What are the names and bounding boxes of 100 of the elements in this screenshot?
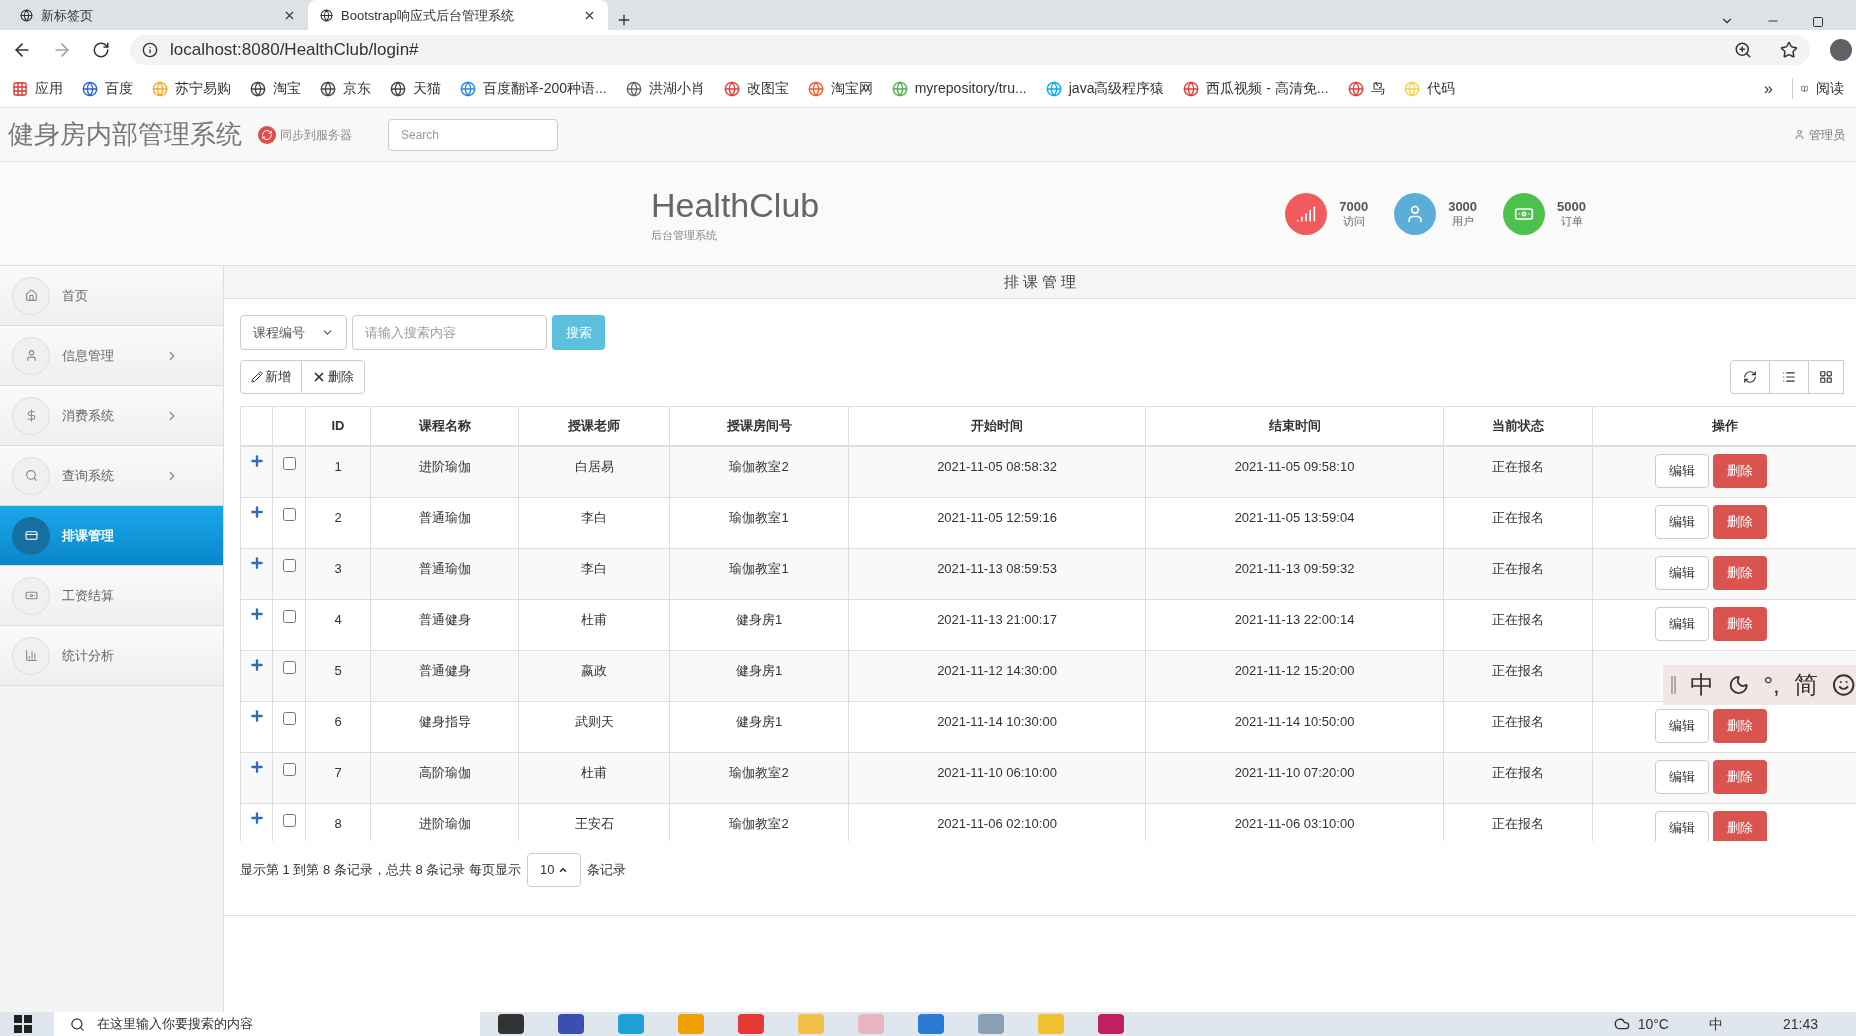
bookmark[interactable]: 鸟 [1347, 78, 1385, 99]
grip-icon[interactable] [1671, 676, 1676, 694]
field-select[interactable]: 课程编号 [240, 315, 347, 350]
search-input[interactable]: 请输入搜索内容 [352, 315, 547, 350]
row-checkbox[interactable] [282, 661, 296, 674]
bookmark[interactable]: 苏宁易购 [152, 78, 231, 99]
table-cell-text: 健身房1 [735, 713, 783, 731]
more-bookmarks[interactable]: » [1764, 76, 1773, 101]
bookmark[interactable]: 京东 [320, 78, 371, 99]
bookmark[interactable]: 应用 [12, 78, 63, 99]
row-checkbox[interactable] [282, 610, 296, 623]
expand-icon[interactable] [248, 657, 265, 673]
expand-icon[interactable] [248, 555, 265, 571]
ime-item[interactable]: 中 [1689, 667, 1714, 703]
bookmark[interactable]: 洪湖小肖 [625, 78, 705, 99]
bookmark[interactable]: 百度 [82, 78, 133, 99]
row-checkbox[interactable] [282, 814, 296, 827]
delete-row-button[interactable]: 删除 [1713, 709, 1767, 743]
bookmark[interactable]: 西瓜视频 - 高清免... [1183, 78, 1329, 99]
bookmark[interactable]: 淘宝网 [807, 78, 873, 99]
taskbar-search-field[interactable]: 在这里输入你要搜索的内容 [54, 1012, 480, 1036]
bookmark[interactable]: myrepository/tru... [891, 78, 1027, 99]
ime-indicator[interactable]: 中 [1708, 1013, 1723, 1035]
delete-row-button[interactable]: 删除 [1713, 811, 1767, 841]
bookmark[interactable]: 天猫 [390, 78, 441, 99]
sidebar-item[interactable]: 查询系统 [0, 446, 223, 506]
table-cell-text: 2021-11-05 09:58:10 [1234, 458, 1355, 476]
page-size-select[interactable]: 10 [527, 853, 582, 887]
maximize-icon[interactable] [1812, 16, 1824, 28]
table-cell-text: 2021-11-13 21:00:17 [937, 611, 1057, 629]
reading-list[interactable]: 阅读 [1792, 78, 1844, 99]
brand-title: HealthClub [651, 185, 820, 226]
ime-item[interactable]: °, [1763, 667, 1780, 703]
browser-tab[interactable]: 新标签页 [8, 0, 308, 30]
sidebar-item[interactable]: 工资结算 [0, 566, 223, 626]
table-cell-text: 2021-11-13 08:59:53 [937, 560, 1057, 578]
row-checkbox[interactable] [282, 559, 296, 572]
address-field[interactable]: localhost:8080/HealthClub/login# [130, 35, 1810, 65]
edit-button[interactable]: 编辑 [1655, 811, 1709, 841]
taskbar-app-icon[interactable] [558, 1014, 584, 1034]
profile-avatar[interactable] [1830, 39, 1852, 61]
moon-icon[interactable] [1727, 673, 1750, 697]
delete-row-button[interactable]: 删除 [1713, 760, 1767, 794]
edit-button[interactable]: 编辑 [1655, 505, 1709, 539]
new-tab-icon[interactable] [616, 12, 632, 28]
row-checkbox[interactable] [282, 457, 296, 470]
bookmark[interactable]: 改图宝 [723, 78, 789, 99]
table-cell-text: 1 [334, 458, 342, 476]
delete-row-button[interactable]: 删除 [1713, 505, 1767, 539]
expand-icon[interactable] [248, 708, 265, 724]
bookmark[interactable]: 百度翻译-200种语... [460, 78, 607, 99]
row-checkbox[interactable] [282, 712, 296, 725]
columns-button[interactable] [1769, 360, 1809, 394]
edit-button[interactable]: 编辑 [1655, 760, 1709, 794]
refresh-button[interactable] [1730, 360, 1770, 394]
column-header: 授课房间号 [726, 417, 792, 436]
expand-icon[interactable] [248, 606, 265, 622]
grid-view-button[interactable] [1808, 360, 1844, 394]
table-cell-text: 5 [334, 662, 342, 680]
bookmark[interactable]: java高级程序猿 [1045, 78, 1165, 99]
reload-icon[interactable] [92, 41, 110, 59]
expand-icon[interactable] [248, 453, 265, 469]
smiley-icon[interactable] [1831, 672, 1855, 698]
edit-button[interactable]: 编辑 [1655, 709, 1709, 743]
table-cell-text: 普通健身 [418, 611, 471, 629]
search-field[interactable]: Search [388, 118, 558, 151]
delete-row-button[interactable]: 删除 [1713, 556, 1767, 590]
add-button[interactable]: 新增 [240, 360, 302, 394]
sidebar-item[interactable]: 信息管理 [0, 326, 223, 386]
stat-value: 3000 [1448, 198, 1478, 215]
bookmark-star-icon[interactable] [1780, 41, 1798, 59]
sidebar-item[interactable]: 首页 [0, 266, 223, 326]
taskbar-app-icon[interactable] [1098, 1014, 1124, 1034]
zoom-icon[interactable] [1734, 41, 1752, 59]
user-menu[interactable]: 管理员 [1794, 125, 1856, 144]
sync-button[interactable]: 同步到服务器 [258, 125, 352, 144]
weather-text: 10°C [1637, 1014, 1669, 1034]
table-cell-text: 李白 [581, 560, 607, 578]
expand-icon[interactable] [248, 810, 265, 826]
taskbar-app-icon[interactable] [498, 1014, 524, 1034]
pagination-suffix: 条记录 [587, 861, 627, 880]
bookmark[interactable]: 代码 [1403, 78, 1455, 99]
delete-row-button[interactable]: 删除 [1713, 454, 1767, 488]
row-checkbox[interactable] [282, 508, 296, 521]
row-checkbox[interactable] [282, 763, 296, 776]
delete-row-button[interactable]: 删除 [1713, 607, 1767, 641]
ime-item[interactable]: 简 [1793, 667, 1818, 703]
sidebar-item[interactable]: 统计分析 [0, 626, 223, 686]
browser-tab[interactable]: Bootstrap响应式后台管理系统 [308, 0, 608, 30]
column-header: 操作 [1711, 417, 1738, 436]
sidebar-label: 消费系统 [62, 406, 115, 425]
edit-button[interactable]: 编辑 [1655, 556, 1709, 590]
expand-icon[interactable] [248, 504, 265, 520]
edit-button[interactable]: 编辑 [1655, 607, 1709, 641]
bookmark[interactable]: 淘宝 [250, 78, 301, 99]
delete-button[interactable]: 删除 [301, 360, 365, 394]
sidebar-item[interactable]: 消费系统 [0, 386, 223, 446]
expand-icon[interactable] [248, 759, 265, 775]
edit-button[interactable]: 编辑 [1655, 454, 1709, 488]
windows-start-icon[interactable] [14, 1015, 32, 1033]
